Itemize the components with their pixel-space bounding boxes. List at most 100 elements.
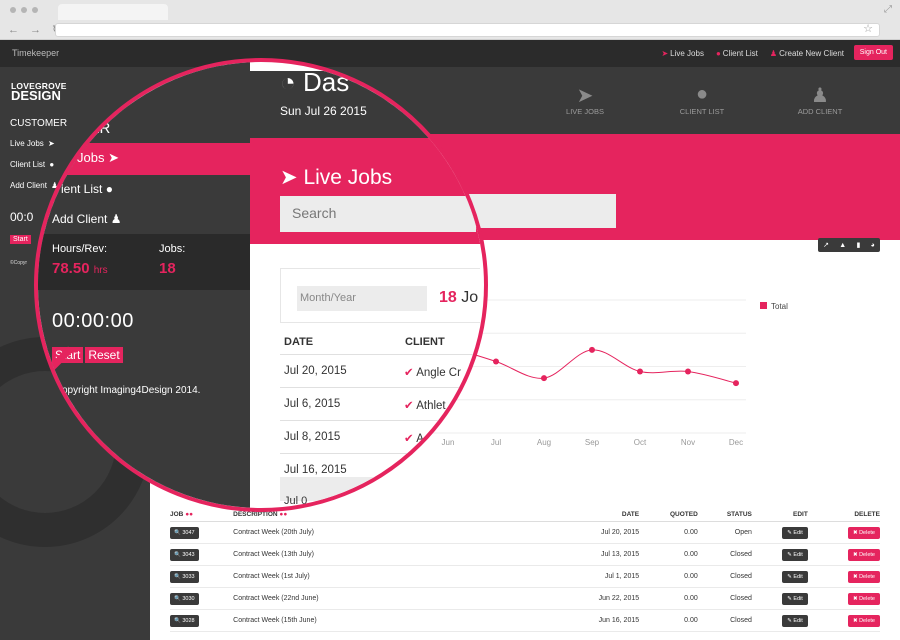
job-button[interactable]: 🔍 3033 bbox=[170, 570, 199, 583]
job-button[interactable]: 🔍 3028 bbox=[170, 614, 199, 627]
top-link-client-list[interactable]: ● Client List bbox=[716, 49, 758, 58]
delete-button[interactable]: ✖ Delete bbox=[847, 592, 880, 605]
header-add-client[interactable]: ♟ ADD CLIENT bbox=[780, 83, 860, 116]
person-icon: ♟ bbox=[110, 212, 122, 226]
reset-button[interactable]: Reset bbox=[85, 347, 123, 363]
jobs-label: Jobs: bbox=[159, 243, 186, 255]
job-cell: 🔍 3033 bbox=[170, 570, 233, 583]
status-cell: Closed bbox=[730, 573, 752, 580]
delete-button[interactable]: ✖ Delete bbox=[847, 614, 880, 627]
bookmark-star-icon[interactable]: ☆ bbox=[863, 22, 873, 35]
paper-plane-icon: ➤ bbox=[661, 49, 669, 58]
date-cell: Jul 20, 2015 bbox=[600, 529, 640, 536]
delete-cell: ✖ Delete bbox=[808, 548, 880, 561]
area-chart-icon[interactable]: ▲ bbox=[839, 242, 846, 249]
delete-button[interactable]: ✖ Delete bbox=[847, 526, 880, 539]
table-row: 🔍 3028 Contract Week (15th June) Jun 16, 2… bbox=[170, 610, 880, 632]
job-cell: 🔍 3030 bbox=[170, 592, 233, 605]
job-count: 18 Jo bbox=[439, 289, 479, 306]
description-cell: Contract Week (1st July) bbox=[233, 573, 310, 580]
sort-icon[interactable]: ●● bbox=[185, 511, 193, 518]
zoomed-search-input[interactable]: Search bbox=[280, 196, 476, 232]
col-description[interactable]: DESCRIPTION ●● bbox=[233, 511, 504, 518]
sign-out-button[interactable]: Sign Out bbox=[853, 45, 893, 60]
date-cell: Jul 1, 2015 bbox=[604, 573, 640, 580]
timer-display: 00:00:00 bbox=[52, 310, 134, 332]
status-cell: Closed bbox=[730, 617, 752, 624]
quoted-cell: 0.00 bbox=[684, 551, 698, 558]
data-point bbox=[493, 358, 499, 365]
col-delete: DELETE bbox=[854, 511, 880, 518]
sidebar-copyright: ©Copyr bbox=[10, 260, 28, 266]
job-button[interactable]: 🔍 3047 bbox=[170, 526, 199, 539]
x-tick-label: Nov bbox=[681, 438, 695, 447]
edit-button[interactable]: ✎ Edit bbox=[782, 548, 808, 561]
legend-swatch bbox=[760, 302, 767, 309]
person-icon: ♟ bbox=[769, 49, 778, 58]
job-button[interactable]: 🔍 3043 bbox=[170, 548, 199, 561]
sort-icon[interactable]: ●● bbox=[279, 511, 287, 518]
zoomed-nav-add-client[interactable]: Add Client ♟ bbox=[52, 212, 121, 226]
browser-tab[interactable] bbox=[58, 4, 168, 20]
zoomed-col-client: CLIENT bbox=[405, 336, 445, 348]
data-point bbox=[733, 380, 739, 387]
zoomed-nav-live-jobs[interactable]: Jobs ➤ bbox=[38, 143, 250, 175]
zoomed-dashboard-title: ◔ Das bbox=[280, 67, 350, 97]
delete-button[interactable]: ✖ Delete bbox=[847, 570, 880, 583]
check-circle-icon: ✔ bbox=[404, 367, 414, 379]
top-link-live-jobs[interactable]: ➤ Live Jobs bbox=[661, 49, 704, 58]
app-brand[interactable]: Timekeeper bbox=[12, 48, 59, 58]
address-bar[interactable]: ☆ bbox=[55, 23, 880, 37]
top-link-create-client[interactable]: ♟ Create New Client bbox=[770, 49, 844, 58]
date-cell: Jun 22, 2015 bbox=[598, 595, 640, 602]
month-filter-panel: Month/Year 18 Jo bbox=[280, 268, 480, 323]
job-cell: 🔍 3047 bbox=[170, 526, 233, 539]
edit-cell: ✎ Edit bbox=[752, 548, 808, 561]
header-client-list[interactable]: ● CLIENT LIST bbox=[662, 83, 742, 116]
zoomed-table-row: Jul 6, 2015 ✔ Athlet bbox=[280, 387, 480, 419]
pie-chart-icon[interactable]: ◕ bbox=[871, 242, 875, 249]
quoted-cell: 0.00 bbox=[684, 617, 698, 624]
job-button[interactable]: 🔍 3030 bbox=[170, 592, 199, 605]
x-tick-label: Oct bbox=[634, 438, 647, 447]
data-point bbox=[685, 368, 691, 375]
zoomed-col-date: DATE bbox=[284, 336, 314, 348]
copyright-text: opyright Imaging4Design 2014. bbox=[62, 385, 201, 396]
line-chart-icon[interactable]: ↗ bbox=[823, 241, 829, 249]
window-controls[interactable] bbox=[10, 7, 38, 13]
speedometer-icon: ◔ bbox=[280, 67, 296, 97]
user-icon: ● bbox=[715, 49, 721, 58]
table-row: 🔍 3043 Contract Week (13th July) Jul 13, 2… bbox=[170, 544, 880, 566]
chart-type-buttons: ↗ ▲ ▮ ◕ bbox=[818, 238, 880, 252]
delete-button[interactable]: ✖ Delete bbox=[847, 548, 880, 561]
description-cell: Contract Week (13th July) bbox=[233, 551, 314, 558]
col-job[interactable]: JOB ●● bbox=[170, 511, 233, 518]
data-point bbox=[589, 346, 595, 353]
browser-chrome: ← → ↻ ☆ ⤢ bbox=[0, 0, 900, 40]
status-cell: Closed bbox=[730, 595, 752, 602]
zoomed-date-cell: Jul 20, 2015 bbox=[284, 365, 347, 377]
date-cell: Jun 16, 2015 bbox=[598, 617, 640, 624]
col-status: STATUS bbox=[726, 511, 752, 518]
zoomed-live-jobs-title: ➤ Live Jobs bbox=[280, 166, 393, 189]
sidebar-start-button[interactable]: Start bbox=[10, 235, 31, 244]
table-row: 🔍 3047 Contract Week (20th July) Jul 20, 2… bbox=[170, 522, 880, 544]
job-cell: 🔍 3028 bbox=[170, 614, 233, 627]
delete-cell: ✖ Delete bbox=[808, 614, 880, 627]
header-live-jobs[interactable]: ➤ LIVE JOBS bbox=[545, 83, 625, 116]
expand-icon[interactable]: ⤢ bbox=[884, 4, 892, 15]
edit-button[interactable]: ✎ Edit bbox=[782, 614, 808, 627]
month-year-input[interactable]: Month/Year bbox=[297, 286, 427, 311]
paper-plane-icon: ➤ bbox=[576, 85, 594, 107]
col-date: DATE bbox=[621, 511, 640, 518]
bar-chart-icon[interactable]: ▮ bbox=[856, 241, 860, 249]
hours-value: 78.50 hrs bbox=[52, 260, 108, 277]
zoomed-date: Sun Jul 26 2015 bbox=[280, 104, 367, 118]
job-cell: 🔍 3043 bbox=[170, 548, 233, 561]
data-point bbox=[541, 375, 547, 382]
zoomed-nav-client-list[interactable]: ient List ● bbox=[61, 182, 113, 196]
edit-button[interactable]: ✎ Edit bbox=[782, 570, 808, 583]
edit-button[interactable]: ✎ Edit bbox=[782, 526, 808, 539]
col-edit: EDIT bbox=[793, 511, 808, 518]
edit-button[interactable]: ✎ Edit bbox=[782, 592, 808, 605]
